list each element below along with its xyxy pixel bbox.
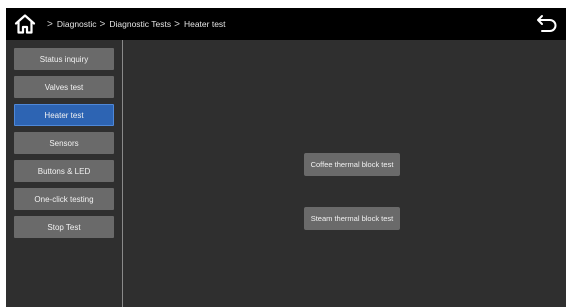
breadcrumb-item-heater-test: Heater test [183, 19, 226, 29]
back-button[interactable] [535, 13, 559, 35]
sidebar-item-buttons-led[interactable]: Buttons & LED [14, 160, 114, 182]
sidebar-item-status-inquiry[interactable]: Status inquiry [14, 48, 114, 70]
app-screen: > Diagnostic > Diagnostic Tests > Heater… [6, 8, 566, 307]
breadcrumb-separator: > [99, 18, 106, 30]
breadcrumb: > Diagnostic > Diagnostic Tests > Heater… [44, 8, 226, 40]
sidebar-item-valves-test[interactable]: Valves test [14, 76, 114, 98]
breadcrumb-separator: > [174, 18, 180, 30]
sidebar-item-sensors[interactable]: Sensors [14, 132, 114, 154]
back-arrow-icon [537, 15, 557, 32]
breadcrumb-separator: > [47, 18, 53, 30]
home-icon [14, 14, 36, 34]
steam-thermal-block-test-button[interactable]: Steam thermal block test [304, 207, 400, 230]
sidebar-item-heater-test[interactable]: Heater test [14, 104, 114, 126]
breadcrumb-item-diagnostic-tests[interactable]: Diagnostic Tests [109, 19, 171, 29]
coffee-thermal-block-test-button[interactable]: Coffee thermal block test [304, 153, 400, 176]
home-button[interactable] [13, 12, 37, 36]
breadcrumb-item-diagnostic[interactable]: Diagnostic [57, 19, 97, 29]
sidebar: Status inquiry Valves test Heater test S… [6, 40, 123, 307]
sidebar-item-stop-test[interactable]: Stop Test [14, 216, 114, 238]
sidebar-item-one-click-testing[interactable]: One-click testing [14, 188, 114, 210]
main-content: Coffee thermal block test Steam thermal … [123, 40, 566, 307]
top-bar: > Diagnostic > Diagnostic Tests > Heater… [6, 8, 566, 40]
